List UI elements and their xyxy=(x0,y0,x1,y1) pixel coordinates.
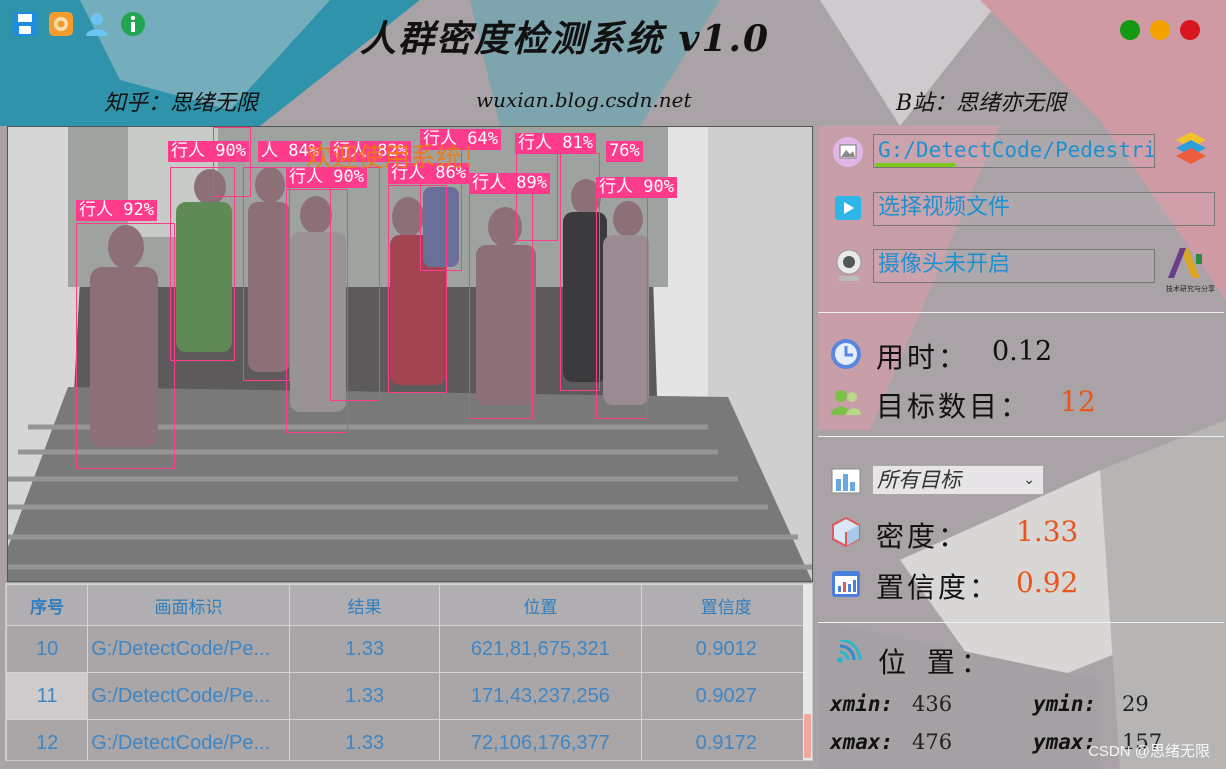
clock-icon xyxy=(830,338,862,370)
detection-label: 行人 81% xyxy=(515,133,596,154)
location-signal-icon xyxy=(828,640,864,676)
column-header-result[interactable]: 结果 xyxy=(288,584,441,626)
table-row[interactable]: 10 G:/DetectCode/Pe... 1.33 621,81,675,3… xyxy=(6,625,812,673)
count-value: 12 xyxy=(1060,385,1096,418)
cell-confidence[interactable]: 0.9172 xyxy=(640,719,812,760)
close-button[interactable] xyxy=(1180,20,1200,40)
user-icon[interactable] xyxy=(84,11,110,37)
scrollbar-thumb[interactable] xyxy=(804,714,811,758)
time-label: 用时： xyxy=(876,341,970,374)
cell-index[interactable]: 12 xyxy=(6,719,89,760)
cell-source[interactable]: G:/DetectCode/Pe... xyxy=(87,625,290,673)
column-header-source[interactable]: 画面标识 xyxy=(87,584,290,626)
chart-icon xyxy=(830,465,862,497)
table-row[interactable]: 11 G:/DetectCode/Pe... 1.33 171,43,237,2… xyxy=(6,672,812,720)
cell-source[interactable]: G:/DetectCode/Pe... xyxy=(87,719,290,760)
confidence-value: 0.92 xyxy=(1016,566,1079,599)
detection-label: 行人 90% xyxy=(168,141,249,162)
zhihu-label: 知乎：思绪无限 xyxy=(104,91,259,116)
cell-position[interactable]: 171,43,237,256 xyxy=(439,672,642,720)
detection-box xyxy=(330,167,380,401)
xmin-value: 436 xyxy=(912,692,953,716)
camera-lens-icon[interactable] xyxy=(48,11,74,37)
density-value: 1.33 xyxy=(1016,515,1079,548)
layers-icon[interactable] xyxy=(1174,130,1208,166)
welcome-overlay: 欢迎使用系统！ xyxy=(306,143,489,173)
ymin-label: ymin: xyxy=(1033,692,1097,716)
ymax-label: ymax: xyxy=(1033,730,1097,754)
cell-position[interactable]: 621,81,675,321 xyxy=(439,625,642,673)
minimize-button[interactable] xyxy=(1120,20,1140,40)
select-video-button[interactable]: 选择视频文件 xyxy=(873,192,1215,226)
cell-index[interactable]: 10 xyxy=(6,625,89,673)
detection-box xyxy=(596,197,648,419)
cell-source[interactable]: G:/DetectCode/Pe... xyxy=(87,672,290,720)
cell-result[interactable]: 1.33 xyxy=(288,672,441,720)
detection-label: 76% xyxy=(606,141,643,162)
ymin-value: 29 xyxy=(1122,692,1149,716)
divider xyxy=(818,622,1224,623)
cell-position[interactable]: 72,106,176,377 xyxy=(439,719,642,760)
confidence-chart-icon xyxy=(830,568,862,600)
target-select[interactable]: 所有目标 ⌄ xyxy=(872,465,1044,495)
count-label: 目标数目： xyxy=(876,390,1032,423)
position-label: 位 置： xyxy=(878,646,995,679)
column-header-index[interactable]: 序号 xyxy=(6,584,89,626)
video-display: 行人 92% 行人 90% 人 84% 行人 82% 行人 90% 行人 86%… xyxy=(7,126,813,582)
time-value: 0.12 xyxy=(992,336,1053,367)
results-table[interactable]: 序号 画面标识 结果 位置 置信度 10 G:/DetectCode/Pe...… xyxy=(5,583,813,761)
xmin-label: xmin: xyxy=(830,692,894,716)
table-row[interactable]: 12 G:/DetectCode/Pe... 1.33 72,106,176,3… xyxy=(6,719,812,760)
blog-link[interactable]: wuxian.blog.csdn.net xyxy=(476,88,692,112)
maximize-button[interactable] xyxy=(1150,20,1170,40)
table-header-row: 序号 画面标识 结果 位置 置信度 xyxy=(6,584,812,626)
cell-result[interactable]: 1.33 xyxy=(288,719,441,760)
column-header-position[interactable]: 位置 xyxy=(439,584,642,626)
detection-box xyxy=(243,167,290,381)
image-file-icon[interactable] xyxy=(832,136,864,168)
target-select-value: 所有目标 xyxy=(877,468,961,492)
divider xyxy=(818,312,1224,313)
divider xyxy=(818,436,1224,437)
detection-label: 行人 89% xyxy=(469,173,550,194)
detection-label: 行人 90% xyxy=(596,177,677,198)
cell-result[interactable]: 1.33 xyxy=(288,625,441,673)
xmax-label: xmax: xyxy=(830,730,894,754)
density-label: 密度： xyxy=(876,520,970,553)
confidence-label: 置信度： xyxy=(876,571,1001,604)
detection-box xyxy=(76,223,175,469)
watermark: CSDN @思绪无限 xyxy=(1088,743,1210,760)
detection-box xyxy=(213,127,251,197)
app-title: 人群密度检测系统 v1.0 xyxy=(360,18,771,60)
table-scrollbar[interactable] xyxy=(803,584,812,760)
camera-button[interactable]: 摄像头未开启 xyxy=(873,249,1155,283)
webcam-icon[interactable] xyxy=(832,248,866,284)
load-progress-bar xyxy=(875,163,955,167)
logo-caption: 技术研究与分享 xyxy=(1166,286,1215,293)
column-header-confidence[interactable]: 置信度 xyxy=(640,584,812,626)
detection-box xyxy=(560,153,600,391)
cell-confidence[interactable]: 0.9027 xyxy=(640,672,812,720)
save-icon[interactable] xyxy=(12,11,38,37)
detection-label: 行人 92% xyxy=(76,200,157,221)
info-icon[interactable] xyxy=(120,11,146,37)
people-icon xyxy=(830,386,862,418)
video-file-icon[interactable] xyxy=(832,192,864,224)
detection-box xyxy=(516,153,558,241)
bilibili-label: B站：思绪亦无限 xyxy=(896,91,1067,116)
cube-icon xyxy=(830,516,862,548)
cell-confidence[interactable]: 0.9012 xyxy=(640,625,812,673)
chevron-down-icon: ⌄ xyxy=(1023,472,1035,488)
xmax-value: 476 xyxy=(912,730,953,754)
cell-index[interactable]: 11 xyxy=(6,672,89,720)
brand-logo: 技术研究与分享 xyxy=(1166,246,1215,293)
